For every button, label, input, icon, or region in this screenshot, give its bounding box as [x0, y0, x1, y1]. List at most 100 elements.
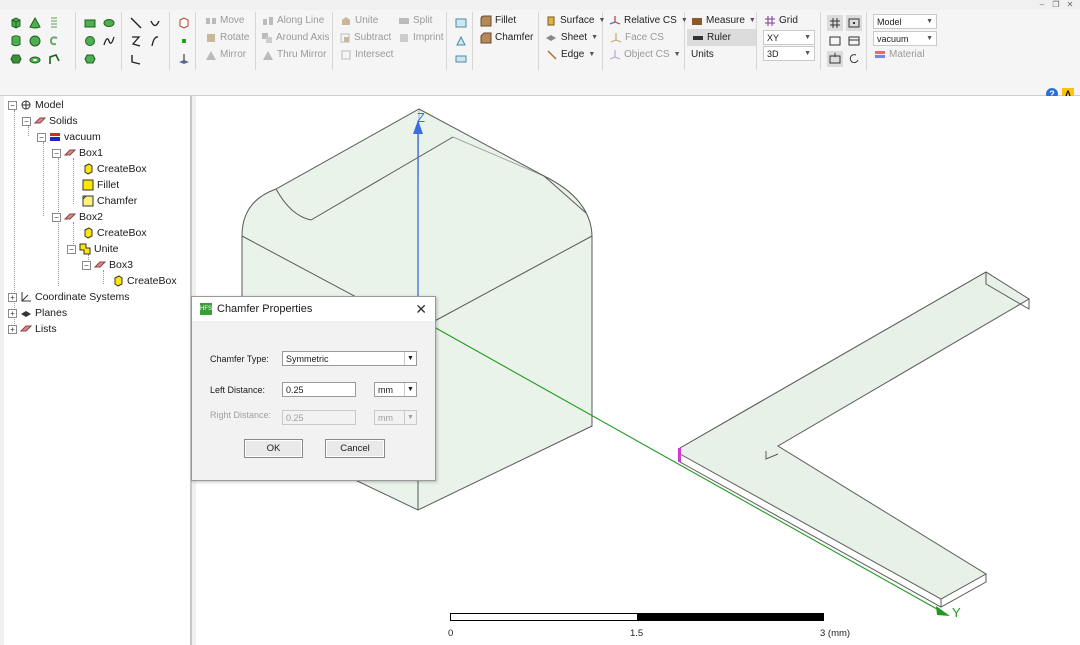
- imprint-button[interactable]: Imprint: [393, 29, 448, 46]
- helix-icon[interactable]: [46, 15, 62, 31]
- surface-dropdown[interactable]: Surface ▼: [541, 12, 605, 29]
- around-axis-button[interactable]: Around Axis: [257, 29, 332, 46]
- expand-icon[interactable]: +: [8, 324, 17, 334]
- material-button[interactable]: Material: [869, 46, 945, 63]
- tree-item-model[interactable]: − Model: [8, 97, 64, 113]
- intersect-button[interactable]: Intersect: [335, 46, 446, 63]
- edge-dropdown[interactable]: Edge ▼: [541, 46, 602, 63]
- sphere-primitive-icon[interactable]: [27, 33, 43, 49]
- expand-icon[interactable]: +: [8, 292, 17, 302]
- tree-item-box3[interactable]: − Box3: [82, 257, 133, 273]
- collapse-icon[interactable]: −: [82, 260, 91, 270]
- collapse-icon[interactable]: −: [52, 148, 61, 158]
- tree-item-solids[interactable]: − Solids: [22, 113, 78, 129]
- snap-edge-center-icon[interactable]: [827, 33, 843, 49]
- spline-icon[interactable]: [128, 33, 144, 49]
- wrap-icon[interactable]: [453, 33, 469, 49]
- box-primitive-icon[interactable]: [8, 15, 24, 31]
- relative-cs-dropdown[interactable]: Relative CS ▼: [605, 12, 688, 29]
- torus-primitive-icon[interactable]: [27, 51, 43, 67]
- left-distance-unit-select[interactable]: mm ▼: [374, 382, 417, 397]
- move-button[interactable]: Move: [200, 12, 255, 29]
- collapse-icon[interactable]: −: [37, 132, 46, 142]
- units-button[interactable]: Units: [687, 46, 756, 63]
- tree-item-box2[interactable]: − Box2: [52, 209, 103, 225]
- thru-mirror-button[interactable]: Thru Mirror: [257, 46, 332, 63]
- polygon-icon[interactable]: [82, 51, 98, 67]
- snap-quadrant-icon[interactable]: [827, 51, 843, 67]
- close-icon[interactable]: ✕: [415, 301, 427, 318]
- equation-curve-icon[interactable]: [101, 33, 117, 49]
- subtract-button[interactable]: Subtract: [335, 29, 393, 46]
- tree-item-box1[interactable]: − Box1: [52, 145, 103, 161]
- spiral-icon[interactable]: [46, 33, 62, 49]
- split-button[interactable]: Split: [393, 12, 436, 29]
- dialog-titlebar[interactable]: HFSS Chamfer Properties ✕: [192, 297, 435, 322]
- along-line-button[interactable]: Along Line: [257, 12, 332, 29]
- chamfer-type-select[interactable]: Symmetric ▼: [282, 351, 417, 366]
- grid-button[interactable]: Grid: [759, 12, 820, 29]
- expand-icon[interactable]: +: [8, 308, 17, 318]
- close-window-button[interactable]: ✕: [1064, 0, 1076, 10]
- ellipse-icon[interactable]: [101, 15, 117, 31]
- object-cs-dropdown[interactable]: Object CS ▼: [605, 46, 684, 63]
- material-select[interactable]: vacuum ▼: [873, 31, 937, 46]
- snap-face-center-icon[interactable]: [846, 33, 862, 49]
- face-cs-button[interactable]: Face CS: [605, 29, 684, 46]
- plane-icon[interactable]: [176, 51, 192, 67]
- rectangle-icon[interactable]: [82, 15, 98, 31]
- tree-item-unite[interactable]: − Unite: [67, 241, 119, 257]
- collapse-icon[interactable]: −: [22, 116, 31, 126]
- tree-item-lists[interactable]: + Lists: [8, 321, 57, 337]
- chamfer-button[interactable]: Chamfer: [475, 29, 538, 46]
- thicken-icon[interactable]: [453, 51, 469, 67]
- ok-button[interactable]: OK: [244, 439, 303, 458]
- tree-item-coordinate-systems[interactable]: + Coordinate Systems: [8, 289, 130, 305]
- left-distance-input[interactable]: 0.25: [282, 382, 356, 397]
- ruler-toggle[interactable]: Ruler: [687, 29, 756, 46]
- cone-primitive-icon[interactable]: [27, 15, 43, 31]
- snap-vertex-icon[interactable]: [846, 15, 862, 31]
- sweep-icon[interactable]: [453, 15, 469, 31]
- tree-item-box1-createbox[interactable]: CreateBox: [82, 161, 147, 177]
- snap-arc-center-icon[interactable]: [846, 51, 862, 67]
- unite-button[interactable]: Unite: [335, 12, 393, 29]
- regular-polyhedron-icon[interactable]: [8, 51, 24, 67]
- polyline-icon[interactable]: [128, 51, 144, 67]
- tree-item-vacuum[interactable]: − vacuum: [37, 129, 101, 145]
- scale-label-end: 3 (mm): [820, 628, 851, 639]
- right-distance-input[interactable]: 0.25: [282, 410, 356, 425]
- tree-item-box2-createbox[interactable]: CreateBox: [82, 225, 147, 241]
- unite-solid[interactable]: [679, 271, 1030, 608]
- mirror-button[interactable]: Mirror: [200, 46, 255, 63]
- minimize-button[interactable]: –: [1036, 0, 1048, 10]
- model-select[interactable]: Model ▼: [873, 14, 937, 29]
- measure-dropdown[interactable]: Measure ▼: [687, 12, 756, 29]
- collapse-icon[interactable]: −: [52, 212, 61, 222]
- function-curve-icon[interactable]: [147, 33, 163, 49]
- collapse-icon[interactable]: −: [67, 244, 76, 254]
- tree-item-planes[interactable]: + Planes: [8, 305, 67, 321]
- grid-plane-select[interactable]: XY ▼: [763, 30, 815, 45]
- cylinder-primitive-icon[interactable]: [8, 33, 24, 49]
- point-icon[interactable]: [176, 33, 192, 49]
- circle-icon[interactable]: [82, 33, 98, 49]
- tree-item-box1-fillet[interactable]: Fillet: [82, 177, 119, 193]
- unite-op-icon: [79, 243, 91, 255]
- restore-button[interactable]: ❐: [1050, 0, 1062, 10]
- bondwire-icon[interactable]: [46, 51, 62, 67]
- sheet-dropdown[interactable]: Sheet ▼: [541, 29, 602, 46]
- rotate-button[interactable]: Rotate: [200, 29, 255, 46]
- line-icon[interactable]: [128, 15, 144, 31]
- user-defined-primitive-icon[interactable]: [176, 15, 192, 31]
- tree-item-box1-chamfer[interactable]: Chamfer: [82, 193, 137, 209]
- tree-item-box3-createbox[interactable]: CreateBox: [112, 273, 177, 289]
- drawing-mode-select[interactable]: 3D ▼: [763, 46, 815, 61]
- cancel-button[interactable]: Cancel: [325, 439, 385, 458]
- solid-object-icon: [94, 259, 106, 271]
- right-distance-unit-select[interactable]: mm ▼: [374, 410, 417, 425]
- snap-grid-icon[interactable]: [827, 15, 843, 31]
- fillet-button[interactable]: Fillet: [475, 12, 538, 29]
- arc-icon[interactable]: [147, 15, 163, 31]
- collapse-icon[interactable]: −: [8, 100, 17, 110]
